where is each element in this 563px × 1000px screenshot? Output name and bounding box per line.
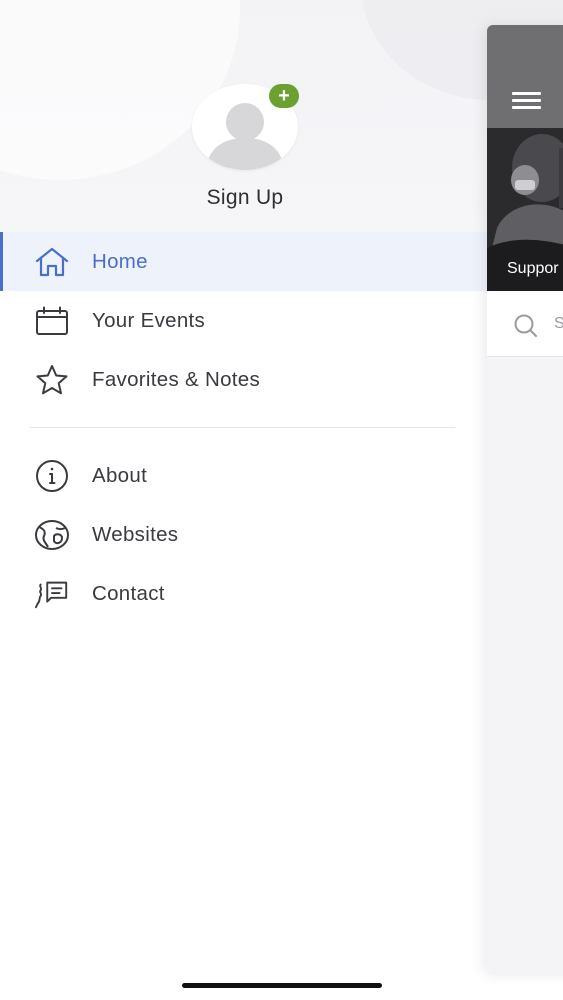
sign-up-link[interactable]: Sign Up [0, 186, 490, 210]
calendar-icon [34, 303, 70, 339]
menu-item-label: Home [92, 249, 148, 273]
hamburger-menu-icon[interactable] [512, 92, 542, 112]
menu-item-websites[interactable]: Websites [0, 505, 487, 564]
menu-item-label: Your Events [92, 308, 206, 332]
star-icon [34, 362, 70, 398]
banner-caption: Suppor [507, 260, 559, 277]
profile-section: + Sign Up [0, 0, 487, 230]
menu-item-label: Favorites & Notes [92, 367, 261, 391]
chat-icon [34, 576, 70, 612]
menu-item-favorites-notes[interactable]: Favorites & Notes [0, 350, 487, 409]
drawer-menu: Home Your Events Favorites & Notes About… [0, 232, 487, 623]
globe-icon [34, 517, 70, 553]
menu-item-label: Websites [92, 522, 179, 546]
search-input[interactable]: S [554, 315, 563, 333]
navigation-drawer: + Sign Up Home Your Events Favorites & N… [0, 0, 487, 1000]
app-screen: + Sign Up Home Your Events Favorites & N… [0, 0, 563, 1000]
menu-item-your-events[interactable]: Your Events [0, 291, 487, 350]
menu-divider [30, 427, 455, 428]
menu-item-label: About [92, 463, 148, 487]
search-bar[interactable]: S [487, 291, 563, 357]
app-header [487, 25, 563, 128]
banner-image[interactable]: Suppor [487, 128, 563, 291]
menu-item-home[interactable]: Home [0, 232, 487, 291]
home-indicator[interactable] [182, 983, 382, 988]
menu-item-about[interactable]: About [0, 446, 487, 505]
plus-icon[interactable]: + [269, 84, 299, 108]
search-icon [513, 313, 539, 344]
home-icon [34, 244, 70, 280]
menu-item-label: Contact [92, 581, 165, 605]
main-content-peek[interactable]: Suppor S [487, 25, 563, 975]
info-icon [34, 458, 70, 494]
menu-item-contact[interactable]: Contact [0, 564, 487, 623]
